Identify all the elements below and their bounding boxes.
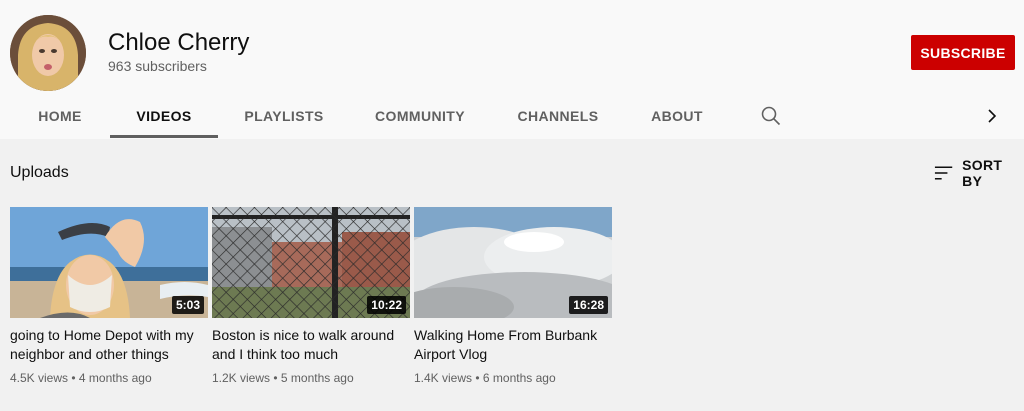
tab-community[interactable]: COMMUNITY <box>364 93 476 139</box>
video-views: 1.2K views <box>212 371 271 385</box>
chevron-right-icon[interactable] <box>982 105 1002 127</box>
video-title[interactable]: Walking Home From Burbank Airport Vlog <box>414 326 612 364</box>
video-card: 16:28 Walking Home From Burbank Airport … <box>414 207 612 385</box>
video-thumbnail[interactable]: 10:22 <box>212 207 410 318</box>
search-icon[interactable] <box>760 105 782 127</box>
video-title[interactable]: Boston is nice to walk around and I thin… <box>212 326 410 364</box>
sort-by-button[interactable]: SORT BY <box>933 157 1024 189</box>
video-duration: 16:28 <box>569 296 608 314</box>
channel-avatar[interactable] <box>10 15 86 91</box>
tab-about[interactable]: ABOUT <box>640 93 714 139</box>
tab-home[interactable]: HOME <box>24 93 96 139</box>
video-card: 5:03 going to Home Depot with my neighbo… <box>10 207 208 385</box>
video-views: 1.4K views <box>414 371 473 385</box>
video-thumbnail[interactable]: 5:03 <box>10 207 208 318</box>
tab-playlists[interactable]: PLAYLISTS <box>232 93 336 139</box>
video-thumbnail[interactable]: 16:28 <box>414 207 612 318</box>
video-meta: 1.2K views • 5 months ago <box>212 371 354 385</box>
sort-icon <box>934 166 953 180</box>
channel-header: Chloe Cherry 963 subscribers SUBSCRIBE H… <box>0 0 1024 139</box>
video-age: 4 months ago <box>78 371 152 385</box>
channel-tabs: HOME VIDEOS PLAYLISTS COMMUNITY CHANNELS… <box>0 93 1024 139</box>
tab-channels[interactable]: CHANNELS <box>508 93 608 139</box>
subscribe-button[interactable]: SUBSCRIBE <box>911 35 1015 70</box>
section-title: Uploads <box>10 164 69 181</box>
video-age: 6 months ago <box>482 371 556 385</box>
channel-name: Chloe Cherry <box>108 29 250 56</box>
subscriber-count: 963 subscribers <box>108 58 207 74</box>
video-duration: 5:03 <box>171 296 204 314</box>
video-meta: 4.5K views • 4 months ago <box>10 371 152 385</box>
video-meta: 1.4K views • 6 months ago <box>414 371 556 385</box>
tab-videos[interactable]: VIDEOS <box>110 93 218 139</box>
video-age: 5 months ago <box>280 371 354 385</box>
sort-by-label: SORT BY <box>962 157 1003 189</box>
video-title[interactable]: going to Home Depot with my neighbor and… <box>10 326 208 364</box>
video-card: 10:22 Boston is nice to walk around and … <box>212 207 410 385</box>
video-views: 4.5K views <box>10 371 69 385</box>
video-duration: 10:22 <box>367 296 406 314</box>
